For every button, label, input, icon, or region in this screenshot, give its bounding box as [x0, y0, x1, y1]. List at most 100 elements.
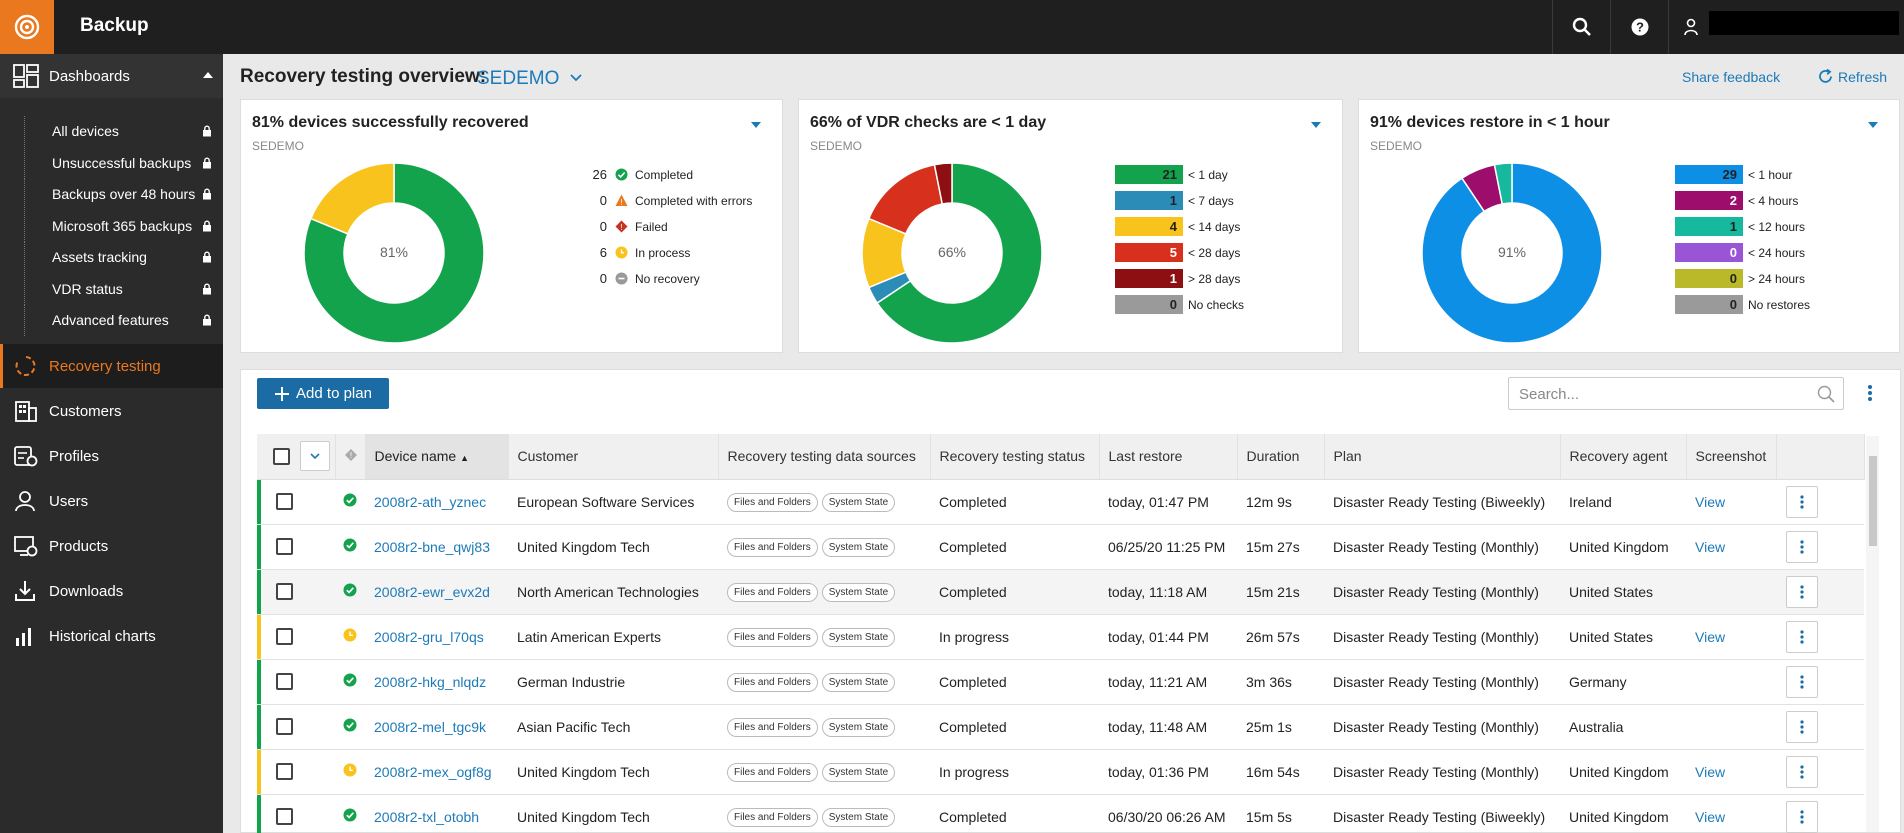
sidebar-item-3[interactable]: Microsoft 365 backups [0, 210, 223, 242]
row-checkbox[interactable] [276, 808, 293, 826]
refresh-button[interactable]: Refresh [1817, 68, 1887, 85]
donut-slice-3[interactable] [867, 163, 944, 235]
sidebar-item-label: Recovery testing [49, 357, 161, 375]
chevron-down-icon[interactable] [570, 74, 582, 82]
donut-slice-3[interactable] [309, 162, 395, 235]
view-screenshot-link[interactable]: View [1695, 809, 1725, 825]
last-restore-cell: today, 01:36 PM [1099, 749, 1237, 795]
tenant-selector[interactable]: SEDEMO [477, 68, 559, 90]
table-row[interactable]: 2008r2-mel_tgc9k Asian Pacific Tech Files … [257, 704, 1864, 750]
sidebar-dashboards[interactable]: Dashboards [0, 54, 223, 98]
sidebar-item-4[interactable]: Assets tracking [0, 242, 223, 273]
share-feedback-link[interactable]: Share feedback [1682, 69, 1780, 85]
table-row[interactable]: 2008r2-gru_l70qs Latin American Experts Fi… [257, 614, 1864, 660]
device-name-link[interactable]: 2008r2-bne_qwj83 [365, 524, 508, 570]
app-logo[interactable] [0, 0, 54, 54]
card-menu-caret-icon[interactable] [751, 122, 761, 128]
table-row[interactable]: 2008r2-bne_qwj83 United Kingdom Tech Files… [257, 524, 1864, 570]
sidebar-item-6[interactable]: Advanced features [0, 305, 223, 336]
row-actions-button[interactable] [1786, 710, 1818, 743]
search-box[interactable] [1508, 377, 1844, 410]
sidebar-item-historical-charts[interactable]: Historical charts [0, 614, 223, 658]
row-actions-button[interactable] [1786, 665, 1818, 698]
search-button[interactable] [1552, 0, 1610, 54]
row-actions-button[interactable] [1786, 485, 1818, 518]
legend-label: In process [635, 246, 691, 260]
column-rt-status[interactable]: Recovery testing status [930, 434, 1100, 480]
screenshot-cell[interactable]: View [1686, 479, 1776, 525]
legend-count: 0 [1675, 243, 1743, 262]
sidebar-item-5[interactable]: VDR status [0, 273, 223, 305]
view-screenshot-link[interactable]: View [1695, 629, 1725, 645]
sidebar-item-2[interactable]: Backups over 48 hours [0, 179, 223, 210]
device-name-link[interactable]: 2008r2-txl_otobh [365, 794, 508, 833]
row-checkbox[interactable] [276, 673, 293, 691]
column-device-name[interactable]: Device name ▲ [365, 434, 509, 480]
row-actions-button[interactable] [1786, 530, 1818, 563]
device-name-link[interactable]: 2008r2-mex_ogf8g [365, 749, 508, 795]
row-actions-button[interactable] [1786, 575, 1818, 608]
table-row[interactable]: 2008r2-ath_yznec European Software Servic… [257, 479, 1864, 525]
row-checkbox[interactable] [276, 763, 293, 781]
sidebar-item-downloads[interactable]: Downloads [0, 569, 223, 613]
row-checkbox[interactable] [276, 493, 293, 511]
table-row[interactable]: 2008r2-hkg_nlqdz German Industrie Files an… [257, 659, 1864, 705]
lock-icon [203, 283, 211, 294]
column-customer[interactable]: Customer [508, 434, 719, 480]
row-status-icon-cell [335, 704, 365, 750]
card-menu-caret-icon[interactable] [1311, 122, 1321, 128]
screenshot-cell[interactable]: View [1686, 794, 1776, 833]
row-actions-button[interactable] [1786, 800, 1818, 833]
table-row[interactable]: 2008r2-mex_ogf8g United Kingdom Tech Files… [257, 749, 1864, 795]
view-screenshot-link[interactable]: View [1695, 764, 1725, 780]
collapse-caret-icon[interactable] [203, 72, 213, 78]
select-all-checkbox[interactable] [273, 447, 290, 465]
row-actions-button[interactable] [1786, 620, 1818, 653]
column-last-restore[interactable]: Last restore [1099, 434, 1238, 480]
view-screenshot-link[interactable]: View [1695, 494, 1725, 510]
sidebar-item-recovery-testing[interactable]: Recovery testing [0, 344, 223, 388]
sidebar-item-customers[interactable]: Customers [0, 389, 223, 433]
search-icon[interactable] [1817, 385, 1835, 403]
column-duration[interactable]: Duration [1237, 434, 1325, 480]
column-plan[interactable]: Plan [1324, 434, 1561, 480]
sidebar-item-users[interactable]: Users [0, 479, 223, 523]
device-name-link[interactable]: 2008r2-ath_yznec [365, 479, 508, 525]
more-options-icon[interactable] [1867, 384, 1873, 402]
device-name-link[interactable]: 2008r2-hkg_nlqdz [365, 659, 508, 705]
row-actions-button[interactable] [1786, 755, 1818, 788]
search-input[interactable] [1519, 384, 1799, 404]
screenshot-cell[interactable]: View [1686, 614, 1776, 660]
device-name-link[interactable]: 2008r2-ewr_evx2d [365, 569, 508, 615]
sidebar-item-1[interactable]: Unsuccessful backups [0, 147, 223, 179]
downloads-icon [15, 581, 35, 601]
screenshot-cell [1686, 569, 1776, 615]
row-checkbox[interactable] [276, 718, 293, 736]
view-screenshot-link[interactable]: View [1695, 539, 1725, 555]
sidebar-item-profiles[interactable]: Profiles [0, 434, 223, 478]
users-icon [15, 491, 35, 512]
user-menu[interactable] [1668, 0, 1904, 54]
column-screenshot[interactable]: Screenshot [1686, 434, 1777, 480]
legend-count: 0 [599, 271, 607, 286]
screenshot-cell[interactable]: View [1686, 524, 1776, 570]
add-to-plan-button[interactable]: Add to plan [257, 378, 389, 409]
row-checkbox[interactable] [276, 628, 293, 646]
select-dropdown[interactable] [300, 441, 330, 472]
status-column-header[interactable]: ! [335, 434, 366, 480]
sidebar-item-products[interactable]: Products [0, 524, 223, 568]
table-scroll-thumb[interactable] [1869, 456, 1877, 546]
screenshot-cell[interactable]: View [1686, 749, 1776, 795]
device-name-link[interactable]: 2008r2-mel_tgc9k [365, 704, 508, 750]
table-row[interactable]: 2008r2-ewr_evx2d North American Technolog… [257, 569, 1864, 615]
row-checkbox[interactable] [276, 538, 293, 556]
sidebar-item-label: Users [49, 492, 89, 510]
column-recovery-agent[interactable]: Recovery agent [1560, 434, 1687, 480]
device-name-link[interactable]: 2008r2-gru_l70qs [365, 614, 508, 660]
card-menu-caret-icon[interactable] [1868, 122, 1878, 128]
sidebar-item-0[interactable]: All devices [0, 116, 223, 147]
row-checkbox[interactable] [276, 583, 293, 601]
column-data-sources[interactable]: Recovery testing data sources [718, 434, 931, 480]
table-row[interactable]: 2008r2-txl_otobh United Kingdom Tech Files… [257, 794, 1864, 833]
help-button[interactable]: ? [1610, 0, 1668, 54]
